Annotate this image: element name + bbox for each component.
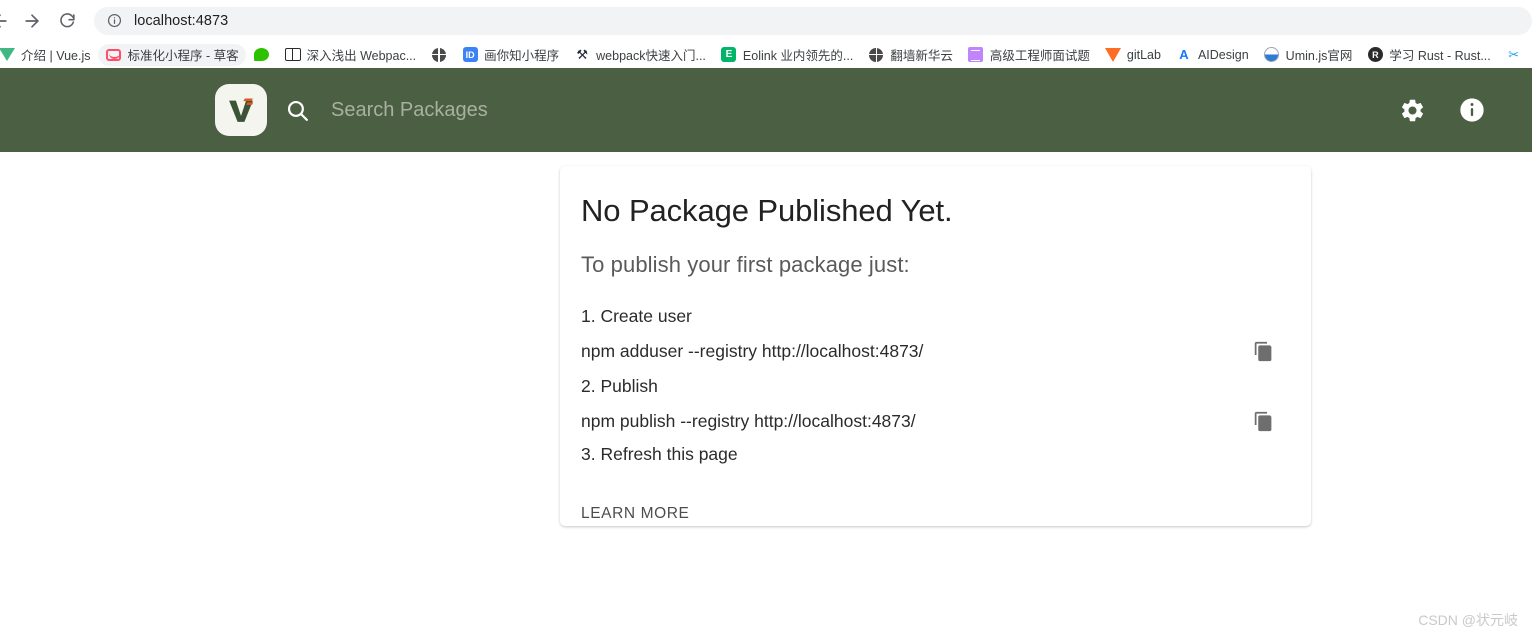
bookmark-item[interactable]: 高级工程师面试题 [961, 44, 1097, 66]
bookmark-item[interactable]: Umin.js官网 [1257, 44, 1360, 66]
url-text: localhost:4873 [134, 12, 229, 29]
bookmark-item[interactable] [424, 44, 454, 66]
main-content: No Package Published Yet. To publish you… [0, 152, 1532, 644]
scissors-icon: ✂ [1508, 46, 1520, 62]
bookmark-item[interactable]: 介绍 | Vue.js [0, 44, 97, 66]
gitlab-icon [1104, 47, 1121, 63]
bookmark-item[interactable]: 深入浅出 Webpac... [278, 44, 424, 66]
bookmarks-bar: 介绍 | Vue.js 标准化小程序 - 草客 深入浅出 Webpac... ID 画你… [0, 41, 1532, 68]
search-area [285, 98, 1398, 123]
bookmark-label: 标准化小程序 - 草客 [127, 49, 239, 63]
info-circle-icon[interactable] [106, 13, 122, 29]
list-icon [968, 47, 984, 63]
bookmark-item[interactable]: 翻墙新华云 [861, 44, 960, 66]
eolink-icon: E [721, 47, 737, 63]
publish-step-text: 2. Publish [581, 375, 658, 396]
publish-step-row: npm adduser --registry http://localhost:… [581, 338, 1289, 364]
header-actions [1398, 96, 1486, 124]
bookmark-item[interactable] [247, 44, 277, 66]
rust-icon: R [1367, 47, 1383, 63]
webpack-icon: ⚒ [576, 46, 588, 62]
learn-more-button[interactable]: LEARN MORE [581, 505, 690, 523]
bookmark-label: 深入浅出 Webpac... [306, 49, 417, 63]
publish-step-text: npm publish --registry http://localhost:… [581, 410, 916, 431]
copy-icon[interactable] [1250, 338, 1276, 364]
bookmark-label: gitLab [1126, 47, 1161, 62]
info-icon[interactable] [1458, 96, 1486, 124]
publish-step-text: 3. Refresh this page [581, 443, 738, 464]
bookmark-label: 高级工程师面试题 [989, 49, 1090, 63]
reload-icon[interactable] [53, 7, 81, 35]
aidesign-icon: A [1179, 47, 1189, 62]
globe-icon [868, 47, 884, 63]
bookmark-label: 学习 Rust - Rust... [1389, 49, 1491, 63]
bookmark-label: webpack快速入门... [596, 49, 706, 63]
bookmark-label: 介绍 | Vue.js [21, 49, 91, 63]
forward-arrow-icon[interactable] [18, 7, 46, 35]
bookmark-item[interactable]: E Eolink 业内领先的... [714, 44, 860, 66]
caoke-icon [105, 47, 121, 63]
publish-step-row: 3. Refresh this page [581, 441, 1289, 467]
bookmark-item[interactable]: A AIDesign [1169, 44, 1256, 66]
browser-chrome: localhost:4873 介绍 | Vue.js 标准化小程序 - 草客 深入浅… [0, 0, 1532, 68]
bookmark-item[interactable]: R 学习 Rust - Rust... [1360, 44, 1497, 66]
search-icon[interactable] [285, 98, 310, 123]
card-subtitle: To publish your first package just: [581, 252, 910, 278]
bookmark-label: 翻墙新华云 [890, 49, 953, 63]
bookmark-label: 画你知小程序 [484, 49, 560, 63]
publish-steps-list: 1. Create user npm adduser --registry htt… [581, 303, 1289, 467]
bookmark-label: Eolink 业内领先的... [742, 49, 854, 63]
wechat-icon [254, 47, 270, 63]
address-bar[interactable]: localhost:4873 [94, 6, 1532, 35]
empty-state-card: No Package Published Yet. To publish you… [560, 166, 1311, 526]
back-arrow-icon[interactable] [0, 7, 14, 35]
publish-step-row: 2. Publish [581, 373, 1289, 399]
huanizhi-icon: ID [462, 47, 478, 63]
gear-icon[interactable] [1398, 96, 1426, 124]
umi-icon [1264, 47, 1280, 63]
publish-step-text: 1. Create user [581, 305, 692, 326]
publish-step-text: npm adduser --registry http://localhost:… [581, 340, 924, 361]
bookmark-item[interactable]: ⚒ webpack快速入门... [567, 44, 713, 66]
verdaccio-logo-icon[interactable] [215, 84, 267, 136]
bookmark-label: Umin.js官网 [1285, 49, 1353, 63]
page-title: No Package Published Yet. [581, 193, 953, 228]
bookmark-item[interactable]: ✂ [1499, 44, 1529, 66]
vue-icon [0, 47, 15, 63]
bookmark-item[interactable]: ID 画你知小程序 [455, 44, 566, 66]
browser-toolbar: localhost:4873 [0, 0, 1532, 41]
book-icon [284, 47, 301, 63]
search-input[interactable] [331, 98, 1031, 122]
bookmark-label: AIDesign [1197, 47, 1249, 62]
bookmark-item[interactable]: gitLab [1098, 44, 1168, 66]
watermark: CSDN @状元岐 [1418, 612, 1518, 628]
bookmark-item[interactable]: 标准化小程序 - 草客 [98, 43, 246, 66]
publish-step-row: 1. Create user [581, 303, 1289, 329]
publish-step-row: npm publish --registry http://localhost:… [581, 408, 1289, 434]
globe-icon [431, 47, 447, 63]
app-header [0, 68, 1532, 152]
copy-icon[interactable] [1250, 408, 1276, 434]
